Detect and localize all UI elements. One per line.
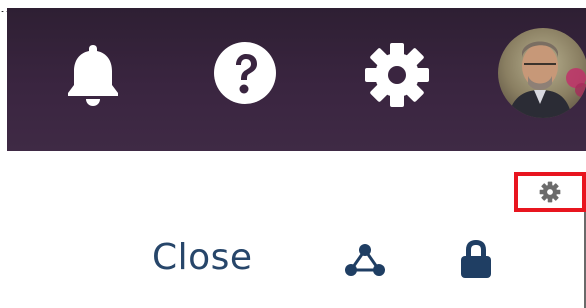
settings-button[interactable] [362,40,432,110]
panel-settings-button[interactable] [514,172,586,212]
close-button[interactable]: Close [152,234,253,282]
bell-icon [68,45,118,106]
page: ... ... ... ... Close [0,0,586,308]
lock-icon [461,240,491,278]
share-button[interactable] [340,240,390,280]
lock-button[interactable] [454,236,498,282]
gear-icon [365,43,429,107]
help-icon [214,42,276,104]
user-avatar[interactable] [498,28,586,118]
help-button[interactable] [212,40,278,106]
share-network-icon [345,244,385,276]
notifications-button[interactable] [62,38,124,110]
avatar-photo [498,28,586,118]
gear-icon [539,181,561,203]
